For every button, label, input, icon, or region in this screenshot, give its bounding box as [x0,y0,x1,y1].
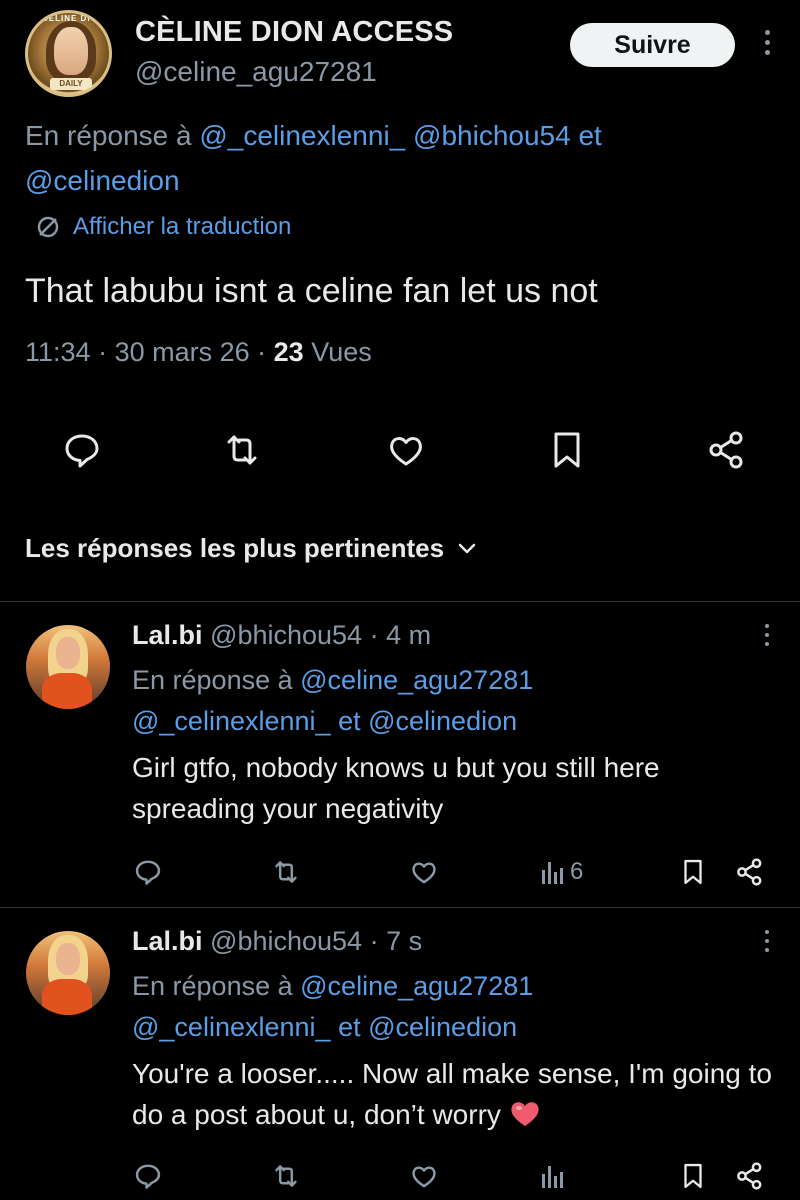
post-date[interactable]: 30 mars 26 [115,337,250,367]
more-options-icon[interactable] [759,30,775,64]
post-views-count: 23 [273,337,304,367]
reply-and: et [578,120,602,151]
mention-link[interactable]: @celine_agu27281 [300,665,533,695]
replies-sort-dropdown[interactable]: Les réponses les plus pertinentes [25,533,476,564]
mention-link[interactable]: @_celinexlenni_ [132,1012,331,1042]
reply-context: En réponse à @_celinexlenni_ @bhichou54 … [25,113,725,203]
mention-link[interactable]: @celinedion [368,706,517,736]
reply-action-bar: 6 [0,854,800,890]
reply-and: et [338,706,361,736]
reply-more-icon[interactable] [762,624,772,651]
repost-icon[interactable] [270,1158,302,1194]
replies-section-title[interactable]: Les réponses les plus pertinentes [25,533,444,564]
reply-context: En réponse à @celine_agu27281 @_celinexl… [132,966,752,1048]
reply-prefix: En réponse à [132,971,293,1001]
chevron-down-icon[interactable] [458,543,476,555]
reply-more-icon[interactable] [762,930,772,957]
bookmark-icon[interactable] [678,1158,708,1194]
reply-text: You're a looser..... Now all make sense,… [132,1058,772,1130]
reply-and: et [338,1012,361,1042]
avatar-tag-text: DAILY [50,78,92,90]
share-icon[interactable] [734,1158,766,1194]
avatar-face [54,27,88,75]
divider [0,907,800,908]
reply-icon[interactable] [132,1158,164,1194]
views-icon [542,862,563,884]
mention-link[interactable]: @celinedion [25,165,180,196]
author-display-name[interactable]: CÈLINE DION ACCESS [135,16,453,49]
bookmark-icon[interactable] [545,428,589,472]
reply-views-count: 6 [570,858,584,885]
reply-item[interactable]: Lal.bi @bhichou54 · 7 s En réponse à @ce… [0,926,800,1200]
mention-link[interactable]: @bhichou54 [413,120,571,151]
reply-author-name[interactable]: Lal.bi [132,620,203,650]
share-icon[interactable] [705,428,749,472]
reply-icon[interactable] [60,428,104,472]
post-views-label: Vues [311,337,372,367]
translate-icon [37,216,59,238]
like-icon[interactable] [408,1158,440,1194]
mention-link[interactable]: @celine_agu27281 [300,971,533,1001]
reply-item[interactable]: Lal.bi @bhichou54 · 4 m En réponse à @ce… [0,620,800,900]
reply-header: Lal.bi @bhichou54 · 4 m [132,620,432,650]
reply-avatar[interactable] [26,625,110,709]
post-time: 11:34 [25,337,91,367]
repost-icon[interactable] [220,428,264,472]
reply-text: Girl gtfo, nobody knows u but you still … [132,752,660,824]
like-icon[interactable] [384,428,428,472]
heart-emoji-icon [511,1102,539,1126]
reply-action-bar [0,1158,800,1194]
post-text: That labubu isnt a celine fan let us not [25,272,598,310]
reply-author-handle[interactable]: @bhichou54 [210,926,362,956]
avatar-arc-text: CÈLINE DION [42,14,105,23]
reply-author-name[interactable]: Lal.bi [132,926,203,956]
author-avatar[interactable]: CÈLINE DION DAILY [25,10,112,97]
reply-prefix: En réponse à [132,665,293,695]
author-handle[interactable]: @celine_agu27281 [135,56,377,88]
reply-age: 7 s [386,926,423,956]
views-icon[interactable] [540,1158,566,1194]
post-header: CÈLINE DION DAILY CÈLINE DION ACCESS @ce… [25,10,785,100]
post-meta: 11:34 · 30 mars 26 · 23 Vues [25,337,372,367]
mention-link[interactable]: @_celinexlenni_ [199,120,405,151]
translate-link[interactable]: Afficher la traduction [35,213,291,241]
mention-link[interactable]: @_celinexlenni_ [132,706,331,736]
bookmark-icon[interactable] [678,854,708,890]
reply-text-block: You're a looser..... Now all make sense,… [132,1053,772,1135]
translate-label[interactable]: Afficher la traduction [73,213,291,241]
post-action-bar [60,428,760,472]
reply-prefix: En réponse à [25,120,192,151]
repost-icon[interactable] [270,854,302,890]
views-button[interactable]: 6 [540,854,583,890]
mention-link[interactable]: @celinedion [368,1012,517,1042]
divider [0,601,800,602]
follow-button[interactable]: Suivre [570,23,735,67]
share-icon[interactable] [734,854,766,890]
reply-author-handle[interactable]: @bhichou54 [210,620,362,650]
reply-avatar[interactable] [26,931,110,1015]
reply-context: En réponse à @celine_agu27281 @_celinexl… [132,660,752,742]
reply-icon[interactable] [132,854,164,890]
reply-header: Lal.bi @bhichou54 · 7 s [132,926,423,956]
like-icon[interactable] [408,854,440,890]
reply-age: 4 m [386,620,432,650]
